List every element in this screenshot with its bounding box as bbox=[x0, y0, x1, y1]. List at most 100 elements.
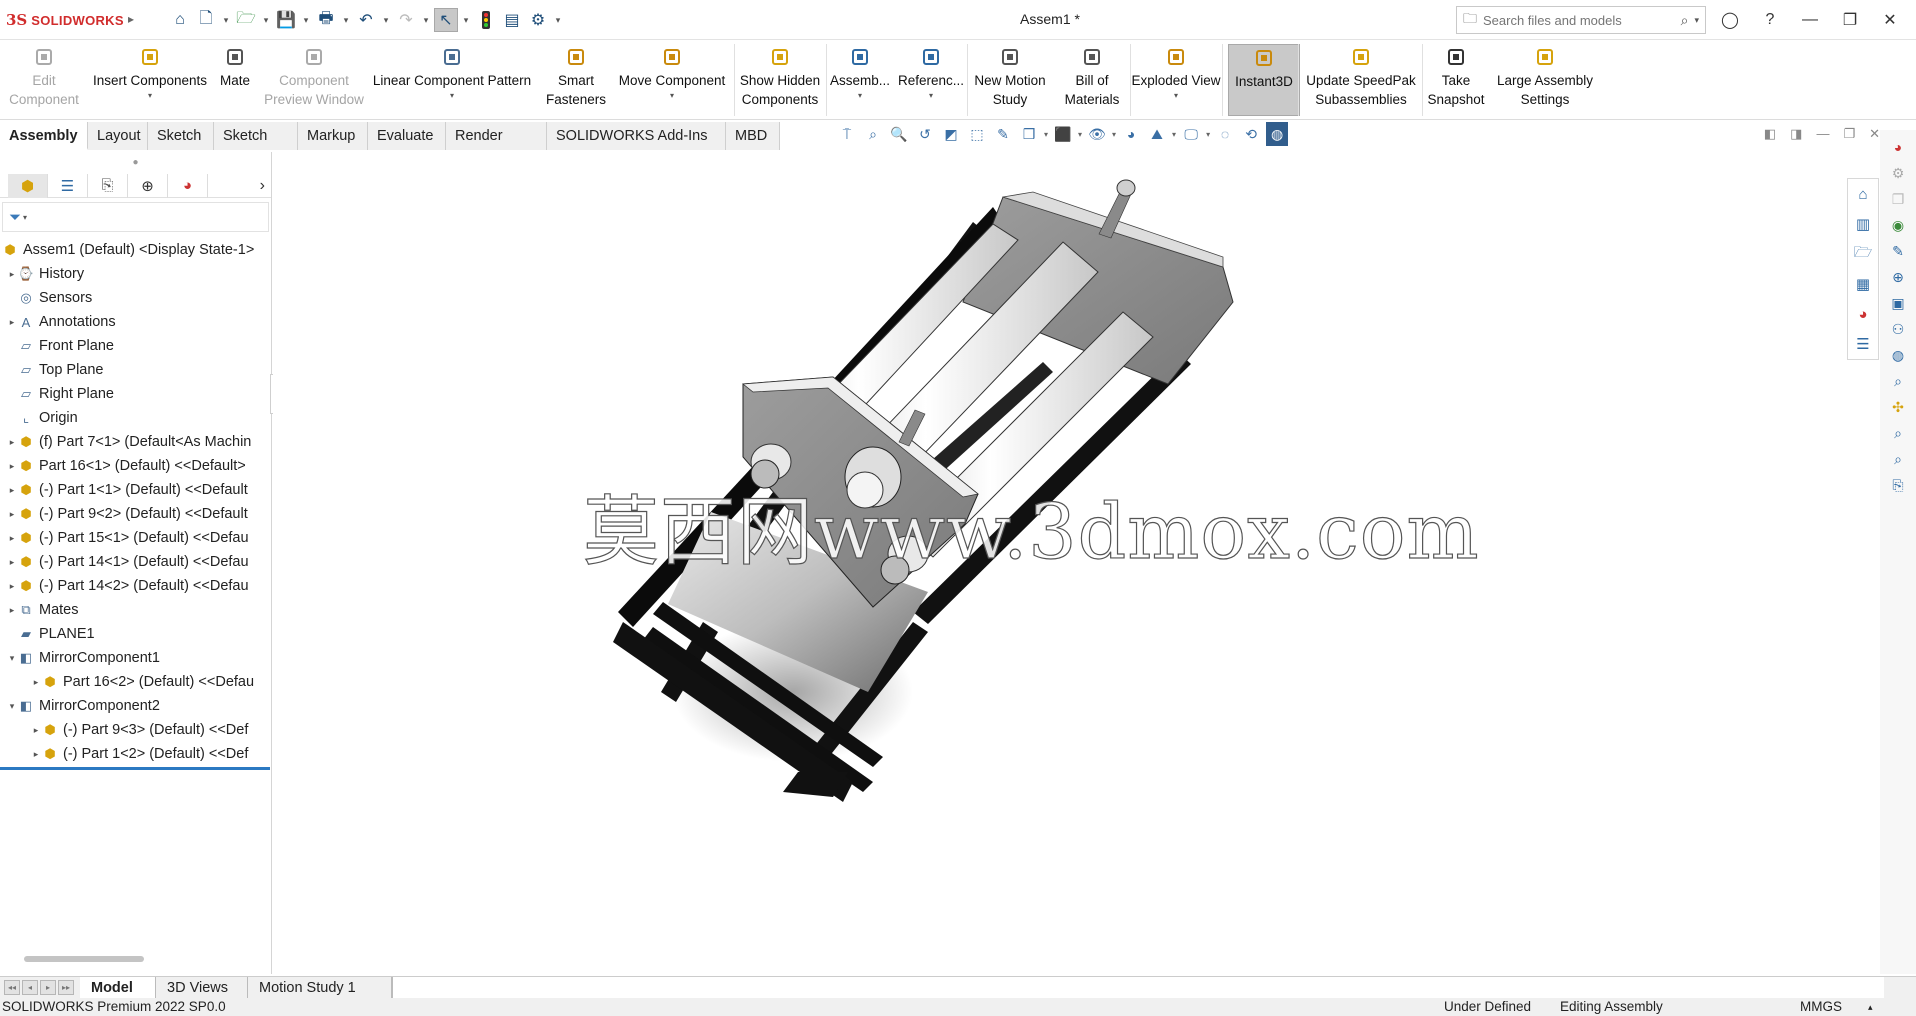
mate-button[interactable]: Mate bbox=[211, 44, 259, 116]
hide-show-dropdown-icon[interactable]: ▾ bbox=[1112, 130, 1116, 139]
colors-icon[interactable]: ◉ bbox=[1887, 214, 1909, 236]
expand-toggle-icon[interactable]: ▸ bbox=[6, 485, 18, 496]
filter-dropdown-icon[interactable]: ▾ bbox=[23, 213, 27, 222]
tree-node[interactable]: ▸ ⬢ (-) Part 15<1> (Default) <<Defau bbox=[0, 526, 272, 550]
search-scope-folder-icon[interactable]: 🗀 bbox=[1463, 8, 1477, 32]
view-settings-icon[interactable]: 🖵 bbox=[1180, 122, 1202, 146]
expand-toggle-icon[interactable]: ▸ bbox=[6, 605, 18, 616]
display-style-dropdown-icon[interactable]: ▾ bbox=[1078, 130, 1082, 139]
zoom-icon[interactable]: ⌕ bbox=[1887, 370, 1909, 392]
tree-node[interactable]: ▸ ⬢ Part 16<1> (Default) <<Default> bbox=[0, 454, 272, 478]
tree-node[interactable]: ▸ A Annotations bbox=[0, 310, 272, 334]
options-gear-icon[interactable]: ⚙ bbox=[526, 8, 550, 32]
dropdown-arrow-icon[interactable]: ▾ bbox=[1130, 91, 1222, 101]
new-dropdown-icon[interactable]: ▾ bbox=[220, 15, 232, 26]
viewport-tile-right-icon[interactable]: ◨ bbox=[1790, 126, 1802, 142]
panel-grip-icon[interactable]: ● bbox=[0, 152, 271, 174]
scroll-prev-icon[interactable]: ◂ bbox=[22, 980, 38, 995]
expand-toggle-icon[interactable]: ▸ bbox=[6, 509, 18, 520]
edit-icon[interactable]: ✎ bbox=[1887, 240, 1909, 262]
search-input[interactable] bbox=[1483, 12, 1675, 28]
exploded-view-button[interactable]: Exploded View ▾ bbox=[1130, 44, 1222, 116]
status-units[interactable]: MMGS bbox=[1800, 998, 1842, 1016]
expand-toggle-icon[interactable]: ▸ bbox=[6, 557, 18, 568]
tree-node[interactable]: ▸ ⬢ (-) Part 14<1> (Default) <<Defau bbox=[0, 550, 272, 574]
rotate-view-icon[interactable]: ⟲ bbox=[1240, 122, 1262, 146]
filter-funnel-icon[interactable]: ⏷ bbox=[9, 209, 21, 226]
reference-geometry-button[interactable]: Referenc... ▾ bbox=[896, 44, 966, 116]
tree-filter[interactable]: ⏷ ▾ bbox=[2, 202, 269, 232]
appearances-icon[interactable]: ◕ bbox=[1858, 299, 1867, 329]
instant3d-button[interactable]: Instant3D bbox=[1228, 44, 1300, 116]
rebuild-traffic-light-icon[interactable] bbox=[474, 8, 498, 32]
expand-toggle-icon[interactable]: ▾ bbox=[6, 653, 18, 664]
search-dropdown-icon[interactable]: ▾ bbox=[1694, 15, 1699, 26]
print-dropdown-icon[interactable]: ▾ bbox=[340, 15, 352, 26]
open-dropdown-icon[interactable]: ▾ bbox=[260, 15, 272, 26]
linear-pattern-button[interactable]: Linear Component Pattern ▾ bbox=[370, 44, 534, 116]
select-dropdown-icon[interactable]: ▾ bbox=[460, 15, 472, 26]
tab-assembly[interactable]: Assembly bbox=[0, 122, 88, 150]
tree-node[interactable]: ▾ ◧ MirrorComponent1 bbox=[0, 646, 272, 670]
select-cursor-icon[interactable]: ↖ bbox=[434, 8, 458, 32]
graphics-area[interactable]: 莫西网www.3dmox.com bbox=[273, 152, 1879, 974]
tab-evaluate[interactable]: Evaluate bbox=[368, 122, 446, 150]
tree-node[interactable]: ▱ Right Plane bbox=[0, 382, 272, 406]
scene-dropdown-icon[interactable]: ▾ bbox=[1172, 130, 1176, 139]
tab-solidworks-add-ins[interactable]: SOLIDWORKS Add-Ins bbox=[547, 122, 726, 150]
dropdown-arrow-icon[interactable]: ▾ bbox=[88, 91, 212, 101]
viewport-close-icon[interactable]: ✕ bbox=[1869, 126, 1880, 142]
tree-node[interactable]: ▸ ⬢ (-) Part 9<2> (Default) <<Default bbox=[0, 502, 272, 526]
close-icon[interactable]: ✕ bbox=[1872, 8, 1908, 32]
move-component-button[interactable]: Move Component ▾ bbox=[610, 44, 734, 116]
view-orientation-pin-icon[interactable]: ⍑ bbox=[836, 122, 858, 146]
dropdown-arrow-icon[interactable]: ▾ bbox=[896, 91, 966, 101]
restore-icon[interactable]: ❐ bbox=[1832, 8, 1868, 32]
bottom-tab-motion-study-1[interactable]: Motion Study 1 bbox=[248, 977, 392, 999]
tab-sketch[interactable]: Sketch bbox=[148, 122, 214, 150]
target-icon[interactable]: ⊕ bbox=[1887, 266, 1909, 288]
exploded-lines-icon[interactable]: ✎ bbox=[992, 122, 1014, 146]
property-manager-tab-icon[interactable]: ☰ bbox=[48, 173, 88, 198]
minimize-icon[interactable]: — bbox=[1792, 8, 1828, 32]
undo-dropdown-icon[interactable]: ▾ bbox=[380, 15, 392, 26]
feature-tree-tab-icon[interactable]: ⬢ bbox=[8, 173, 48, 198]
search-part-icon[interactable]: ⌕ bbox=[1887, 422, 1909, 444]
feature-tree-scrollbar[interactable] bbox=[24, 956, 144, 962]
snapshot-button[interactable]: Take Snapshot bbox=[1422, 44, 1490, 116]
scroll-first-icon[interactable]: ◂◂ bbox=[4, 980, 20, 995]
speedpak-button[interactable]: Update SpeedPak Subassemblies bbox=[1302, 44, 1420, 116]
tree-node[interactable]: ⌞ Origin bbox=[0, 406, 272, 430]
expand-toggle-icon[interactable]: ▸ bbox=[6, 269, 18, 280]
save-icon[interactable]: 💾 bbox=[274, 8, 298, 32]
tree-root[interactable]: ⬢ Assem1 (Default) <Display State-1> bbox=[0, 238, 272, 262]
preview-window-button[interactable]: Component Preview Window bbox=[257, 44, 371, 116]
gear-parts-icon[interactable]: ⚙ bbox=[1887, 162, 1909, 184]
render-icon[interactable]: ◍ bbox=[1266, 122, 1289, 146]
copy-icon[interactable]: ❐ bbox=[1887, 188, 1909, 210]
options-dropdown-icon[interactable]: ▾ bbox=[552, 15, 564, 26]
expand-toggle-icon[interactable]: ▸ bbox=[6, 317, 18, 328]
zoom-to-area-icon[interactable]: 🔍 bbox=[888, 122, 910, 146]
frame-icon[interactable]: ▣ bbox=[1887, 292, 1909, 314]
globe-icon[interactable]: ◍ bbox=[1887, 344, 1909, 366]
bottom-tab-model[interactable]: Model bbox=[80, 977, 156, 999]
section-view-icon[interactable]: ◩ bbox=[940, 122, 962, 146]
pattern-icon[interactable]: ✣ bbox=[1887, 396, 1909, 418]
scan-icon[interactable]: ⎘ bbox=[1887, 474, 1909, 496]
tab-layout[interactable]: Layout bbox=[88, 122, 148, 150]
configuration-manager-tab-icon[interactable]: ⎘ bbox=[88, 173, 128, 198]
search-icon[interactable]: ⌕ bbox=[1681, 12, 1689, 29]
tree-node[interactable]: ◎ Sensors bbox=[0, 286, 272, 310]
bottom-tab-3d-views[interactable]: 3D Views bbox=[156, 977, 248, 999]
tab-sketch-ink[interactable]: Sketch Ink bbox=[214, 122, 298, 172]
undo-icon[interactable]: ↶ bbox=[354, 8, 378, 32]
expand-toggle-icon[interactable]: ▸ bbox=[30, 677, 42, 688]
tree-node[interactable]: ▰ PLANE1 bbox=[0, 622, 272, 646]
view-orientation-icon[interactable]: ❒ bbox=[1018, 122, 1040, 146]
solidworks-logo[interactable]: 3S SOLIDWORKS bbox=[6, 10, 124, 30]
expand-toggle-icon[interactable]: ▸ bbox=[6, 533, 18, 544]
appearance-ball-icon[interactable]: ◕ bbox=[1887, 136, 1909, 158]
home-view-icon[interactable]: ⌂ bbox=[1858, 179, 1867, 209]
dynamic-annotation-icon[interactable]: ⬚ bbox=[966, 122, 988, 146]
